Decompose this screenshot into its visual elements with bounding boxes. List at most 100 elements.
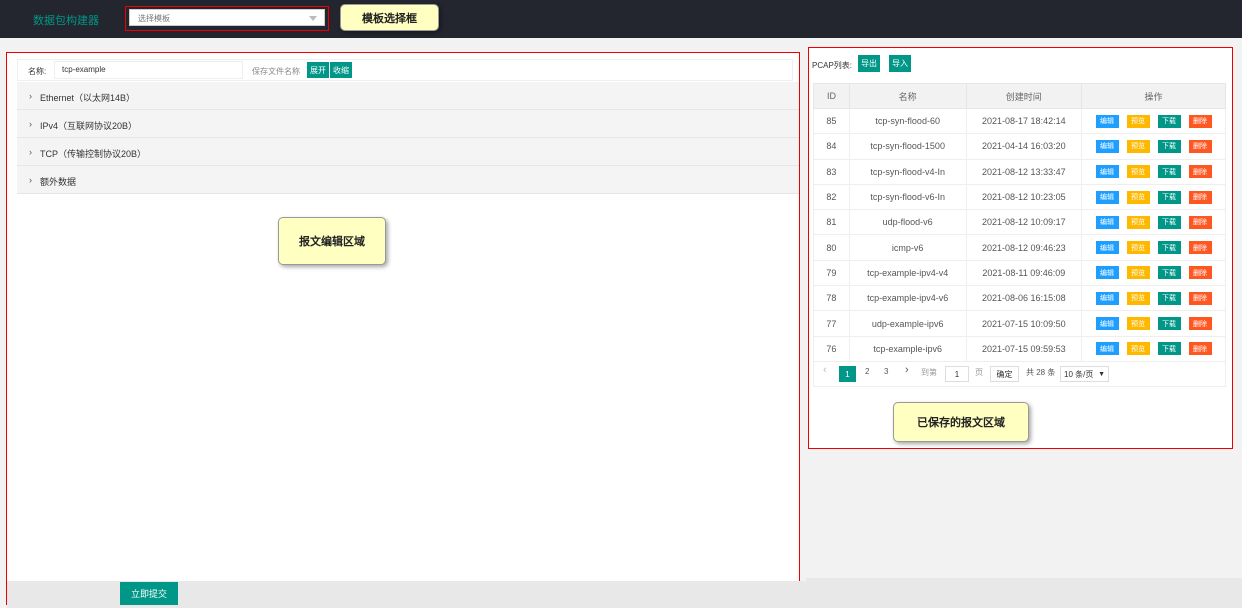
cell-created: 2021-08-06 16:15:08 (965, 285, 1083, 312)
delete-button[interactable]: 删除 (1188, 190, 1212, 204)
callout-template: 模板选择框 (340, 4, 439, 31)
download-button[interactable]: 下载 (1157, 241, 1181, 255)
page-1-button[interactable]: 1 (839, 366, 856, 382)
row-actions: 编辑 预览 下载 删除 (1082, 190, 1225, 204)
delete-button[interactable]: 删除 (1188, 317, 1212, 331)
preview-button[interactable]: 预览 (1126, 190, 1150, 204)
row-actions: 编辑 预览 下载 删除 (1082, 342, 1225, 356)
delete-button[interactable]: 删除 (1188, 266, 1212, 280)
delete-button[interactable]: 删除 (1188, 114, 1212, 128)
template-select[interactable]: 选择模板 (129, 9, 325, 26)
cell-actions: 编辑 预览 下载 删除 (1081, 133, 1226, 160)
preview-button[interactable]: 预览 (1126, 342, 1150, 356)
preview-button[interactable]: 预览 (1126, 215, 1150, 229)
cell-actions: 编辑 预览 下载 删除 (1081, 285, 1226, 312)
preview-button[interactable]: 预览 (1126, 165, 1150, 179)
export-button[interactable]: 导出 (858, 55, 880, 72)
row-actions: 编辑 预览 下载 删除 (1082, 139, 1225, 153)
goto-page-input[interactable]: 1 (945, 366, 969, 382)
collapse-button[interactable]: 收缩 (330, 62, 352, 78)
section-ipv4[interactable]: › IPv4（互联网协议20B） (17, 110, 799, 138)
section-ethernet[interactable]: › Ethernet（以太网14B） (17, 82, 799, 110)
section-title: IPv4（互联网协议20B） (40, 121, 138, 131)
edit-button[interactable]: 编辑 (1095, 266, 1119, 280)
cell-name: tcp-syn-flood-1500 (848, 133, 967, 160)
delete-button[interactable]: 删除 (1188, 215, 1212, 229)
delete-button[interactable]: 删除 (1188, 291, 1212, 305)
cell-name: tcp-example-ipv4-v4 (848, 259, 967, 287)
section-title: Ethernet（以太网14B） (40, 93, 136, 103)
delete-button[interactable]: 删除 (1188, 241, 1212, 255)
download-button[interactable]: 下载 (1157, 165, 1181, 179)
download-button[interactable]: 下载 (1157, 139, 1181, 153)
goto-confirm-button[interactable]: 确定 (990, 366, 1019, 382)
cell-created: 2021-08-17 18:42:14 (965, 107, 1083, 135)
table-row: 83 tcp-syn-flood-v4-In 2021-08-12 13:33:47… (813, 158, 1226, 185)
brand-title: 数据包构建器 (33, 15, 99, 27)
edit-button[interactable]: 编辑 (1095, 291, 1119, 305)
cell-created: 2021-04-14 16:03:20 (965, 133, 1083, 160)
download-button[interactable]: 下载 (1157, 291, 1181, 305)
table-row: 80 icmp-v6 2021-08-12 09:46:23 编辑 预览 下载 删除 (813, 234, 1226, 261)
preview-button[interactable]: 预览 (1126, 114, 1150, 128)
cell-actions: 编辑 预览 下载 删除 (1081, 209, 1226, 236)
delete-button[interactable]: 删除 (1188, 342, 1212, 356)
download-button[interactable]: 下载 (1157, 114, 1181, 128)
cell-created: 2021-08-11 09:46:09 (965, 259, 1083, 287)
preview-button[interactable]: 预览 (1126, 291, 1150, 305)
import-button[interactable]: 导入 (889, 55, 911, 72)
edit-button[interactable]: 编辑 (1095, 165, 1119, 179)
chevron-down-icon: ▼ (1098, 370, 1105, 378)
download-button[interactable]: 下载 (1157, 317, 1181, 331)
page-2-button[interactable]: 2 (865, 367, 869, 376)
preview-button[interactable]: 预览 (1126, 139, 1150, 153)
cell-name: tcp-syn-flood-v4-In (848, 158, 967, 185)
table-header-row: ID 名称 创建时间 操作 (813, 83, 1226, 109)
submit-button[interactable]: 立即提交 (120, 582, 178, 605)
cell-actions: 编辑 预览 下载 删除 (1081, 158, 1226, 185)
total-count: 共 28 条 (1026, 368, 1056, 377)
edit-button[interactable]: 编辑 (1095, 190, 1119, 204)
section-title: TCP（传输控制协议20B） (40, 149, 147, 159)
download-button[interactable]: 下载 (1157, 266, 1181, 280)
chevron-right-icon: › (29, 147, 32, 157)
cell-name: udp-flood-v6 (848, 209, 967, 236)
cell-name: udp-example-ipv6 (848, 310, 967, 337)
expand-button[interactable]: 展开 (307, 62, 329, 78)
cell-id: 80 (813, 234, 850, 261)
download-button[interactable]: 下载 (1157, 342, 1181, 356)
pcap-table: ID 名称 创建时间 操作 85 tcp-syn-flood-60 2021-08-… (813, 83, 1226, 362)
section-extra-data[interactable]: › 额外数据 (17, 166, 799, 194)
section-title: 额外数据 (40, 177, 77, 187)
edit-button[interactable]: 编辑 (1095, 317, 1119, 331)
preview-button[interactable]: 预览 (1126, 241, 1150, 255)
edit-button[interactable]: 编辑 (1095, 241, 1119, 255)
preview-button[interactable]: 预览 (1126, 266, 1150, 280)
prev-page-button[interactable]: ‹ (823, 364, 827, 376)
cell-id: 84 (813, 133, 850, 160)
edit-button[interactable]: 编辑 (1095, 114, 1119, 128)
section-tcp[interactable]: › TCP（传输控制协议20B） (17, 138, 799, 166)
chevron-right-icon: › (29, 91, 32, 101)
next-page-button[interactable]: › (905, 364, 909, 376)
cell-created: 2021-07-15 10:09:50 (965, 310, 1083, 337)
download-button[interactable]: 下载 (1157, 190, 1181, 204)
callout-editor: 报文编辑区域 (278, 217, 386, 265)
preview-button[interactable]: 预览 (1126, 317, 1150, 331)
cell-id: 76 (813, 335, 850, 362)
cell-actions: 编辑 预览 下载 删除 (1081, 107, 1226, 135)
page-size-value: 10 条/页 (1064, 369, 1094, 379)
delete-button[interactable]: 删除 (1188, 139, 1212, 153)
page-3-button[interactable]: 3 (884, 367, 888, 376)
cell-id: 85 (813, 107, 850, 135)
cell-name: tcp-syn-flood-60 (848, 107, 967, 135)
edit-button[interactable]: 编辑 (1095, 342, 1119, 356)
edit-button[interactable]: 编辑 (1095, 215, 1119, 229)
cell-created: 2021-08-12 13:33:47 (965, 158, 1083, 185)
table-row: 76 tcp-example-ipv6 2021-07-15 09:59:53 编辑预… (813, 335, 1226, 362)
download-button[interactable]: 下载 (1157, 215, 1181, 229)
name-input[interactable]: tcp-example (54, 61, 243, 79)
edit-button[interactable]: 编辑 (1095, 139, 1119, 153)
page-size-select[interactable]: 10 条/页 ▼ (1060, 366, 1109, 382)
delete-button[interactable]: 删除 (1188, 165, 1212, 179)
